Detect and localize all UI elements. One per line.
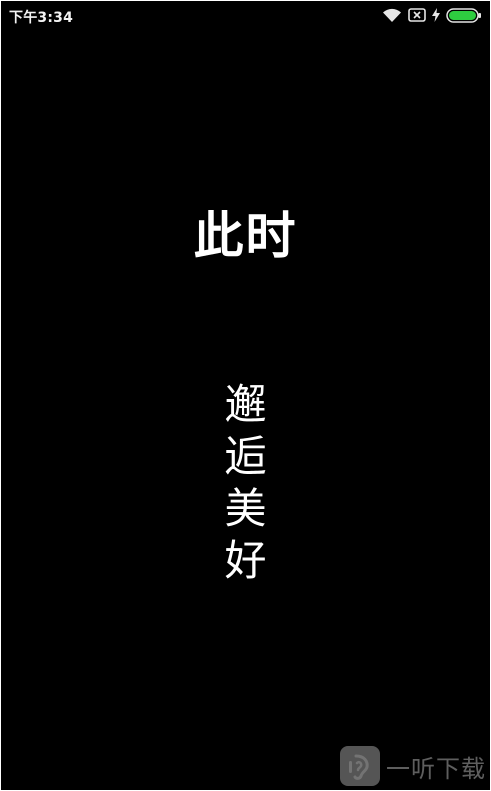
wifi-icon	[382, 8, 402, 23]
subtitle-char: 美	[224, 484, 267, 533]
battery-icon	[446, 7, 482, 23]
status-icons	[382, 7, 482, 23]
splash-title: 此时	[193, 207, 298, 265]
status-bar: 下午3:34	[1, 1, 490, 31]
watermark-text: 一听下载	[386, 754, 486, 783]
status-time: 下午3:34	[9, 10, 74, 26]
subtitle-char: 邂	[224, 380, 267, 429]
subtitle-char: 好	[224, 536, 267, 585]
sim-card-icon	[408, 8, 426, 22]
watermark: 一听下载	[340, 744, 486, 788]
splash-screen: 下午3:34 此时 邂 逅 美 好 一听下载	[1, 1, 490, 790]
ear-logo-icon	[340, 746, 380, 786]
charging-bolt-icon	[432, 8, 440, 22]
splash-subtitle-vertical: 邂 逅 美 好	[1, 379, 490, 587]
subtitle-char: 逅	[224, 432, 267, 481]
